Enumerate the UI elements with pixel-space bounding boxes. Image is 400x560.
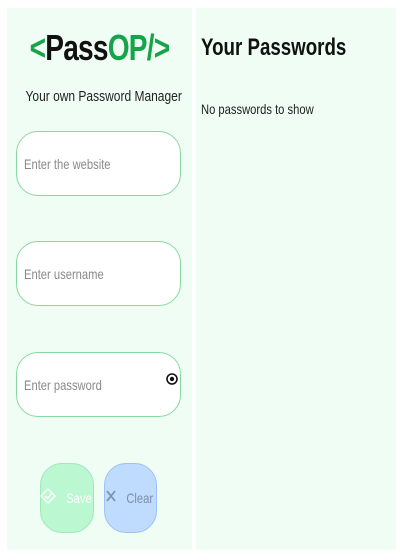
passwords-title: Your Passwords — [201, 34, 347, 61]
logo-word-pass: Pass — [45, 27, 108, 68]
app-logo: <PassOP/> — [27, 28, 171, 68]
add-lock-icon — [39, 487, 57, 510]
website-input[interactable] — [24, 132, 136, 195]
logo-word-op: OP — [107, 27, 148, 68]
save-button[interactable]: Save — [40, 463, 94, 533]
clear-button[interactable]: Clear — [104, 463, 157, 533]
logo-bracket-open: < — [29, 27, 46, 68]
x-icon — [105, 489, 117, 508]
password-field[interactable] — [16, 352, 181, 417]
eye-icon[interactable] — [166, 372, 178, 385]
empty-state-text: No passwords to show — [201, 101, 314, 117]
website-field[interactable] — [16, 131, 181, 196]
logo-bracket-close: /> — [146, 27, 170, 68]
tagline: Your own Password Manager — [25, 88, 182, 105]
username-input[interactable] — [24, 242, 136, 305]
save-button-label: Save — [66, 490, 92, 506]
username-field[interactable] — [16, 241, 181, 306]
passwords-panel: Your Passwords No passwords to show — [196, 8, 396, 550]
password-input[interactable] — [24, 353, 136, 416]
password-form-panel: <PassOP/> Your own Password Manager Save — [7, 8, 192, 550]
clear-button-label: Clear — [126, 490, 153, 506]
